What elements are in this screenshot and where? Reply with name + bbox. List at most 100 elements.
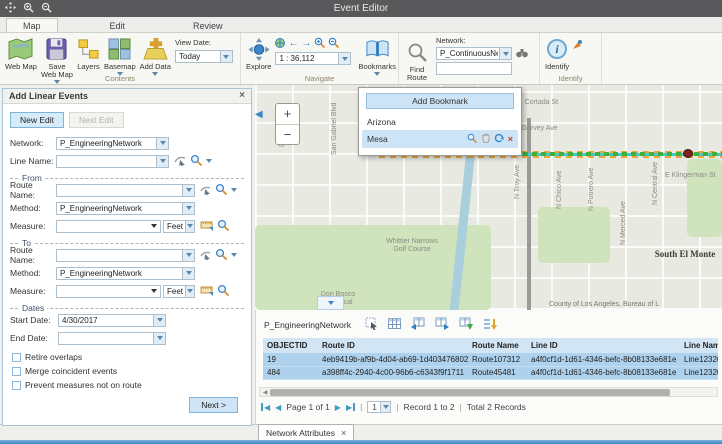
collapse-table-tab[interactable] bbox=[317, 296, 344, 310]
next-edit-button[interactable]: Next Edit bbox=[69, 112, 124, 128]
chevron-down-icon[interactable] bbox=[206, 159, 212, 163]
column-header[interactable]: Route ID bbox=[318, 338, 468, 353]
select-records-icon[interactable] bbox=[365, 317, 378, 332]
network-select[interactable]: P_ContinuousNetwork bbox=[436, 47, 512, 60]
chevron-down-icon[interactable] bbox=[156, 156, 168, 167]
tab-review[interactable]: Review bbox=[177, 19, 239, 32]
select-route-on-map-icon[interactable] bbox=[200, 249, 211, 262]
add-data-button[interactable]: Add Data bbox=[138, 36, 173, 77]
web-map-button[interactable]: Web Map bbox=[3, 36, 39, 72]
close-icon[interactable]: × bbox=[239, 91, 245, 101]
pin-icon[interactable] bbox=[571, 39, 583, 53]
select-line-on-map-icon[interactable] bbox=[174, 154, 186, 168]
tab-edit[interactable]: Edit bbox=[94, 19, 142, 32]
next-button[interactable]: Next > bbox=[189, 397, 238, 413]
pan-icon[interactable] bbox=[5, 2, 16, 15]
from-route-name-field[interactable] bbox=[56, 184, 195, 197]
map-zoom-in-button[interactable]: + bbox=[276, 104, 299, 125]
chevron-down-icon[interactable] bbox=[231, 253, 237, 257]
delete-bookmark-icon[interactable]: × bbox=[508, 135, 513, 144]
basemap-button[interactable]: Basemap bbox=[102, 36, 138, 77]
checkbox-prevent-measures[interactable]: Prevent measures not on route bbox=[12, 380, 242, 390]
chevron-down-icon[interactable] bbox=[182, 250, 194, 261]
binoculars-icon[interactable] bbox=[516, 48, 528, 60]
related-records-right-icon[interactable] bbox=[435, 317, 449, 332]
to-route-name-field[interactable] bbox=[56, 249, 195, 262]
end-date-field[interactable] bbox=[58, 332, 166, 345]
chevron-down-icon[interactable] bbox=[338, 53, 350, 64]
export-table-icon[interactable] bbox=[459, 317, 473, 332]
new-edit-button[interactable]: New Edit bbox=[10, 112, 64, 128]
zoom-to-bookmark-icon[interactable] bbox=[467, 133, 477, 145]
zoom-out-icon[interactable] bbox=[328, 37, 339, 50]
chevron-down-icon[interactable] bbox=[185, 286, 194, 297]
chevron-down-icon[interactable] bbox=[153, 315, 165, 326]
view-date-select[interactable]: Today bbox=[175, 50, 233, 63]
bookmark-item-mesa[interactable]: Mesa × bbox=[362, 130, 518, 148]
sort-icon[interactable] bbox=[483, 317, 497, 332]
previous-page-button[interactable]: ◀ bbox=[275, 403, 281, 412]
chevron-down-icon[interactable] bbox=[380, 402, 390, 412]
previous-extent-icon[interactable]: ← bbox=[288, 39, 298, 49]
chevron-down-icon[interactable] bbox=[185, 221, 194, 232]
refresh-bookmark-icon[interactable] bbox=[494, 133, 504, 145]
zoom-to-route-icon[interactable] bbox=[215, 183, 227, 197]
column-header[interactable]: Line ID bbox=[527, 338, 680, 353]
layers-button[interactable]: Layers bbox=[75, 36, 102, 72]
zoom-to-route-icon[interactable] bbox=[215, 248, 227, 262]
bookmarks-button[interactable]: Bookmarks bbox=[356, 36, 398, 77]
chevron-down-icon[interactable] bbox=[182, 268, 194, 279]
chevron-down-icon[interactable] bbox=[182, 185, 194, 196]
route-value-input[interactable] bbox=[436, 62, 512, 75]
find-route-button[interactable]: Find Route bbox=[402, 39, 432, 83]
select-route-on-map-icon[interactable] bbox=[200, 184, 211, 197]
chevron-down-icon[interactable] bbox=[153, 333, 165, 344]
globe-icon[interactable] bbox=[275, 38, 285, 50]
tab-map[interactable]: Map bbox=[6, 18, 58, 32]
to-method-field[interactable]: P_EngineeringNetwork bbox=[56, 267, 195, 280]
column-header[interactable]: OBJECTID bbox=[263, 338, 318, 353]
to-measure-field[interactable] bbox=[56, 285, 161, 298]
chevron-down-icon[interactable] bbox=[220, 51, 232, 62]
measure-ruler-icon[interactable] bbox=[200, 219, 213, 233]
explore-button[interactable]: Explore bbox=[244, 36, 273, 72]
attribute-table-icon[interactable] bbox=[388, 317, 401, 332]
related-records-left-icon[interactable] bbox=[411, 317, 425, 332]
table-row[interactable]: 484 a398ff4c-2940-4c00-96b6-c6343f9f1711… bbox=[263, 366, 718, 379]
map-zoom-out-button[interactable]: − bbox=[276, 125, 299, 145]
checkbox-merge-coincident[interactable]: Merge coincident events bbox=[12, 366, 242, 376]
from-measure-field[interactable] bbox=[56, 220, 161, 233]
network-field[interactable]: P_EngineeringNetwork bbox=[56, 137, 169, 150]
collapse-panel-left-icon[interactable]: ◀ bbox=[255, 109, 263, 120]
close-icon[interactable]: × bbox=[341, 428, 346, 438]
identify-button[interactable]: i Identify bbox=[543, 36, 571, 72]
to-measure-unit-select[interactable]: Feet bbox=[163, 285, 195, 298]
next-extent-icon[interactable]: → bbox=[301, 39, 311, 49]
map-scale-select[interactable]: 1 : 36,112 bbox=[275, 52, 351, 65]
first-page-button[interactable]: ◀ bbox=[261, 403, 270, 412]
chevron-down-icon[interactable] bbox=[156, 138, 168, 149]
scrollbar-thumb[interactable] bbox=[270, 389, 670, 396]
add-bookmark-button[interactable]: Add Bookmark bbox=[366, 93, 514, 109]
from-method-field[interactable]: P_EngineeringNetwork bbox=[56, 202, 195, 215]
zoom-in-icon[interactable] bbox=[23, 2, 34, 15]
last-page-button[interactable]: ▶ bbox=[346, 403, 355, 412]
scroll-left-icon[interactable]: ◀ bbox=[260, 389, 270, 396]
zoom-to-measure-icon[interactable] bbox=[217, 284, 229, 298]
column-header[interactable]: Route Name bbox=[468, 338, 527, 353]
column-header[interactable]: Line Name bbox=[680, 338, 718, 353]
chevron-down-icon[interactable] bbox=[182, 203, 194, 214]
from-measure-unit-select[interactable]: Feet bbox=[163, 220, 195, 233]
measure-ruler-icon[interactable] bbox=[200, 284, 213, 298]
line-name-field[interactable] bbox=[56, 155, 169, 168]
zoom-to-measure-icon[interactable] bbox=[217, 219, 229, 233]
table-row[interactable]: 19 4eb9419b-af9b-4d04-ab69-1d403476802b … bbox=[263, 353, 718, 366]
next-page-button[interactable]: ▶ bbox=[335, 403, 341, 412]
horizontal-scrollbar[interactable]: ◀ bbox=[259, 387, 718, 397]
tab-network-attributes[interactable]: Network Attributes × bbox=[258, 424, 354, 441]
checkbox-retire-overlaps[interactable]: Retire overlaps bbox=[12, 352, 242, 362]
zoom-to-line-icon[interactable] bbox=[190, 154, 202, 168]
bookmark-item-arizona[interactable]: Arizona bbox=[362, 114, 518, 130]
page-number-select[interactable]: 1 bbox=[367, 401, 391, 413]
chevron-down-icon[interactable] bbox=[499, 48, 511, 59]
